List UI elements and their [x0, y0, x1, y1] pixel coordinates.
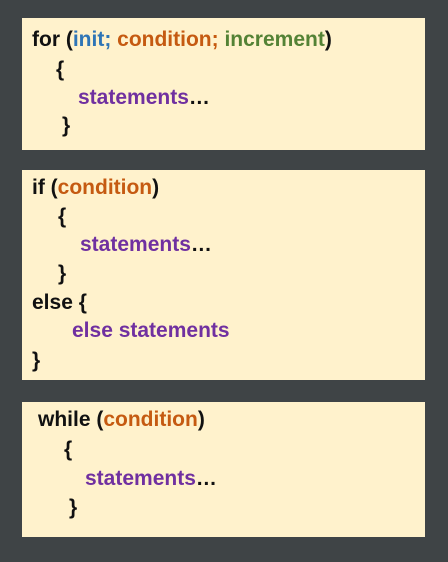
if-close-paren: )	[152, 176, 160, 199]
for-increment: increment	[218, 28, 325, 51]
while-statements: statements	[85, 467, 196, 490]
if-condition: condition	[57, 176, 153, 199]
if-statements-line: statements…	[80, 233, 212, 257]
else-statements: else statements	[72, 319, 230, 342]
if-ellipsis: …	[190, 233, 212, 256]
while-keyword: while (	[38, 408, 104, 431]
while-header-line: while (condition)	[38, 408, 205, 432]
if-open-brace: {	[58, 205, 67, 228]
while-loop-box: while (condition) { statements… }	[22, 402, 425, 537]
for-keyword: for (	[32, 28, 73, 51]
while-open-brace: {	[64, 438, 73, 461]
if-keyword: if (	[32, 176, 58, 199]
for-init: init;	[72, 28, 112, 51]
for-statements-line: statements…	[78, 86, 210, 110]
while-ellipsis: …	[195, 467, 217, 490]
for-statements: statements	[78, 86, 189, 109]
else-open: else {	[32, 291, 87, 314]
while-close-brace: }	[69, 496, 78, 519]
for-header-line: for (init; condition; increment)	[32, 28, 332, 52]
for-close-brace: }	[62, 114, 71, 137]
for-ellipsis: …	[188, 86, 210, 109]
else-close-brace: }	[32, 349, 41, 372]
for-condition: condition;	[111, 28, 219, 51]
if-close-brace: }	[58, 262, 67, 285]
if-statements: statements	[80, 233, 191, 256]
for-open-brace: {	[56, 58, 65, 81]
for-loop-box: for (init; condition; increment) { state…	[22, 18, 425, 150]
while-condition: condition	[103, 408, 198, 431]
while-statements-line: statements…	[85, 467, 217, 491]
for-close-paren: )	[324, 28, 332, 51]
if-else-box: if (condition) { statements… } else { el…	[22, 170, 425, 380]
while-close-paren: )	[197, 408, 205, 431]
if-header-line: if (condition)	[32, 176, 159, 200]
